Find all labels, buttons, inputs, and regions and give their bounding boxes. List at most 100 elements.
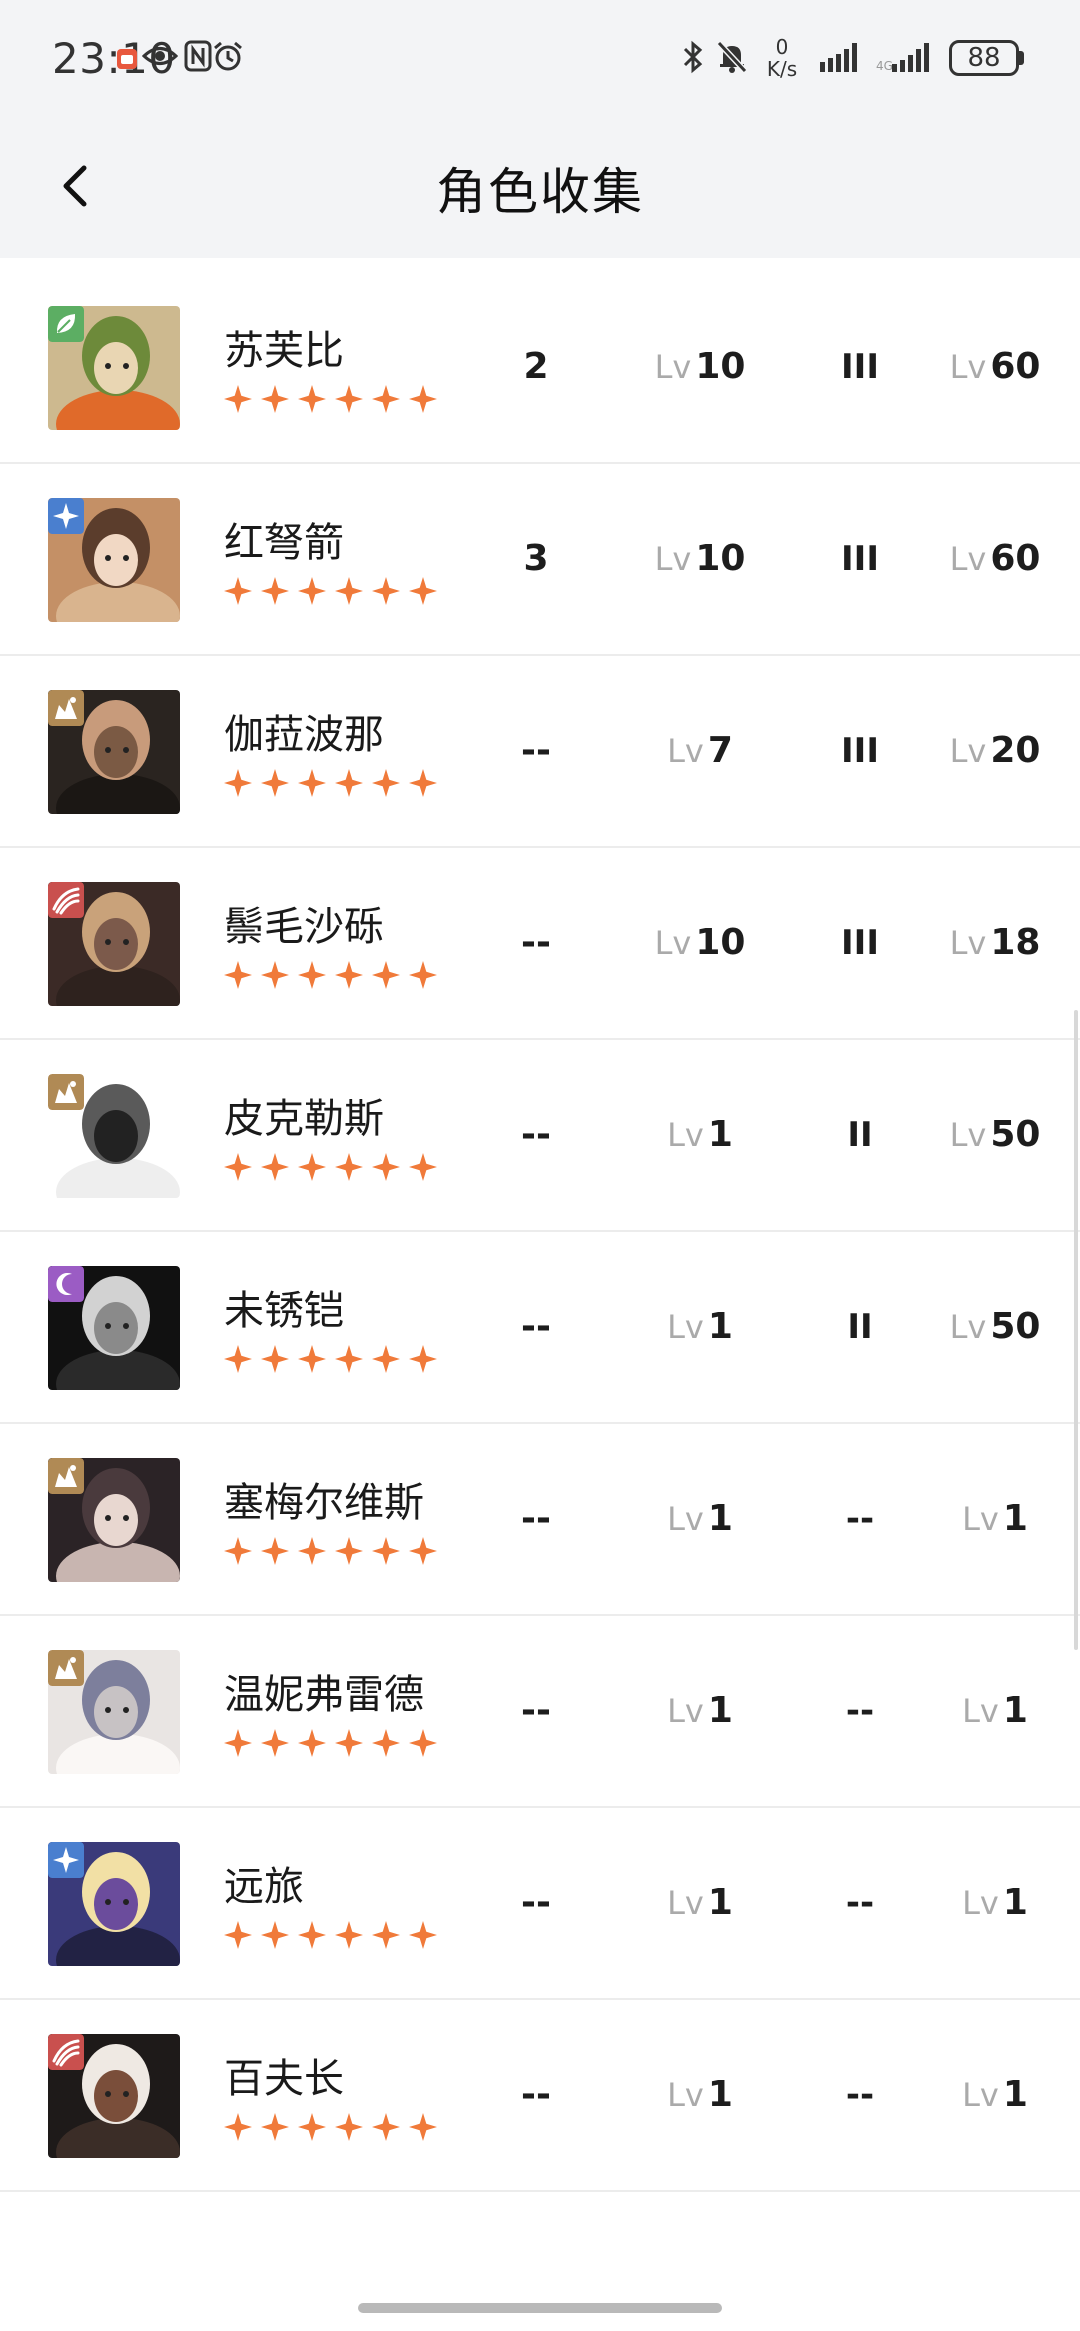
tier-value: -- bbox=[845, 1883, 875, 1923]
level-value: 1 bbox=[707, 2074, 733, 2115]
col-value: -- bbox=[521, 922, 551, 963]
star-icon bbox=[298, 385, 326, 413]
alarm-icon bbox=[212, 40, 244, 76]
star-rating bbox=[222, 2112, 452, 2142]
character-avatar bbox=[48, 1842, 180, 1966]
star-icon bbox=[261, 577, 289, 605]
star-icon bbox=[224, 1921, 252, 1949]
star-icon bbox=[409, 577, 437, 605]
character-row[interactable]: 百夫长 -- Lv 1 -- Lv 1 bbox=[0, 2000, 1080, 2192]
signal-2-icon: 4G bbox=[876, 40, 938, 78]
col-value: 2 bbox=[523, 346, 549, 387]
status-bar: 23:10 0 K/s 4G 88 bbox=[0, 0, 1080, 124]
earth-icon bbox=[48, 1074, 84, 1110]
level-prefix: Lv bbox=[949, 924, 987, 962]
level-prefix: Lv bbox=[667, 1500, 704, 1538]
level-prefix: Lv bbox=[949, 348, 987, 386]
earth-icon bbox=[48, 1650, 84, 1686]
star-rating bbox=[222, 1344, 452, 1374]
star-rating bbox=[222, 1728, 452, 1758]
star-rating bbox=[222, 768, 452, 798]
character-row[interactable]: 温妮弗雷德 -- Lv 1 -- Lv 1 bbox=[0, 1616, 1080, 1808]
star-icon bbox=[224, 385, 252, 413]
star-icon bbox=[261, 385, 289, 413]
star-icon bbox=[335, 961, 363, 989]
beast-icon bbox=[48, 2034, 84, 2070]
character-avatar bbox=[48, 882, 180, 1006]
character-row[interactable]: 未锈铠 -- Lv 1 II Lv 50 bbox=[0, 1232, 1080, 1424]
star-rating bbox=[222, 1920, 452, 1950]
scrollbar[interactable] bbox=[1074, 1010, 1078, 1650]
star-rating bbox=[222, 384, 452, 414]
star-icon bbox=[298, 1153, 326, 1181]
tier-value: III bbox=[841, 539, 879, 579]
level-prefix: Lv bbox=[667, 2076, 704, 2114]
network-speed-value: 0 bbox=[775, 35, 789, 59]
character-level: Lv 10 bbox=[630, 534, 770, 584]
level-value: 50 bbox=[990, 1306, 1041, 1347]
star-icon bbox=[298, 1537, 326, 1565]
home-indicator[interactable] bbox=[358, 2303, 722, 2313]
max-level: Lv 18 bbox=[920, 918, 1070, 968]
leaf-icon bbox=[48, 306, 84, 342]
character-level: Lv 1 bbox=[630, 1494, 770, 1544]
level-value: 20 bbox=[990, 730, 1041, 771]
star-icon bbox=[224, 961, 252, 989]
character-name: 苏芙比 bbox=[224, 328, 344, 374]
bluetooth-icon bbox=[680, 40, 706, 78]
level-prefix: Lv bbox=[654, 540, 692, 578]
col-value: -- bbox=[521, 1882, 551, 1923]
tier-value: -- bbox=[845, 1691, 875, 1731]
level-value: 1 bbox=[707, 1498, 733, 1539]
tier-value: III bbox=[841, 731, 879, 771]
level-prefix: Lv bbox=[667, 732, 704, 770]
max-level: Lv 20 bbox=[920, 726, 1070, 776]
character-level: Lv 1 bbox=[630, 2070, 770, 2120]
beast-icon bbox=[48, 882, 84, 918]
character-row[interactable]: 塞梅尔维斯 -- Lv 1 -- Lv 1 bbox=[0, 1424, 1080, 1616]
level-prefix: Lv bbox=[962, 2076, 999, 2114]
level-value: 1 bbox=[707, 1882, 733, 1923]
earth-icon bbox=[48, 1458, 84, 1494]
star-icon bbox=[372, 577, 400, 605]
tier-value: III bbox=[841, 923, 879, 963]
star-icon bbox=[224, 1729, 252, 1757]
character-row[interactable]: 皮克勒斯 -- Lv 1 II Lv 50 bbox=[0, 1040, 1080, 1232]
level-value: 1 bbox=[1002, 1690, 1028, 1731]
character-row[interactable]: 苏芙比 2 Lv 10 III Lv 60 bbox=[0, 272, 1080, 464]
max-level: Lv 60 bbox=[920, 534, 1070, 584]
battery-tip bbox=[1019, 51, 1024, 65]
star-icon bbox=[372, 769, 400, 797]
star-icon bbox=[409, 2113, 437, 2141]
level-prefix: Lv bbox=[654, 924, 692, 962]
character-row[interactable]: 鬃毛沙砾 -- Lv 10 III Lv 18 bbox=[0, 848, 1080, 1040]
star-icon bbox=[261, 1153, 289, 1181]
level-prefix: Lv bbox=[654, 348, 692, 386]
level-value: 60 bbox=[990, 538, 1041, 579]
star-icon bbox=[298, 2113, 326, 2141]
max-level: Lv 60 bbox=[920, 342, 1070, 392]
character-level: Lv 1 bbox=[630, 1686, 770, 1736]
character-level: Lv 1 bbox=[630, 1302, 770, 1352]
star-icon bbox=[372, 1153, 400, 1181]
star-icon bbox=[409, 769, 437, 797]
level-value: 1 bbox=[707, 1690, 733, 1731]
signal-1-icon bbox=[818, 40, 864, 78]
eye-icon bbox=[141, 40, 179, 76]
character-level: Lv 10 bbox=[630, 342, 770, 392]
star-icon bbox=[298, 577, 326, 605]
character-avatar bbox=[48, 1074, 180, 1198]
star-icon bbox=[335, 1537, 363, 1565]
character-row[interactable]: 红弩箭 3 Lv 10 III Lv 60 bbox=[0, 464, 1080, 656]
character-avatar bbox=[48, 1650, 180, 1774]
character-row[interactable]: 远旅 -- Lv 1 -- Lv 1 bbox=[0, 1808, 1080, 2000]
level-value: 60 bbox=[990, 346, 1041, 387]
star-icon bbox=[372, 2113, 400, 2141]
star-icon bbox=[409, 961, 437, 989]
character-row[interactable]: 伽菈波那 -- Lv 7 III Lv 20 bbox=[0, 656, 1080, 848]
level-prefix: Lv bbox=[949, 1116, 987, 1154]
col-value: -- bbox=[521, 1114, 551, 1155]
level-prefix: Lv bbox=[949, 540, 987, 578]
star-icon bbox=[335, 1345, 363, 1373]
tier-value: III bbox=[841, 347, 879, 387]
